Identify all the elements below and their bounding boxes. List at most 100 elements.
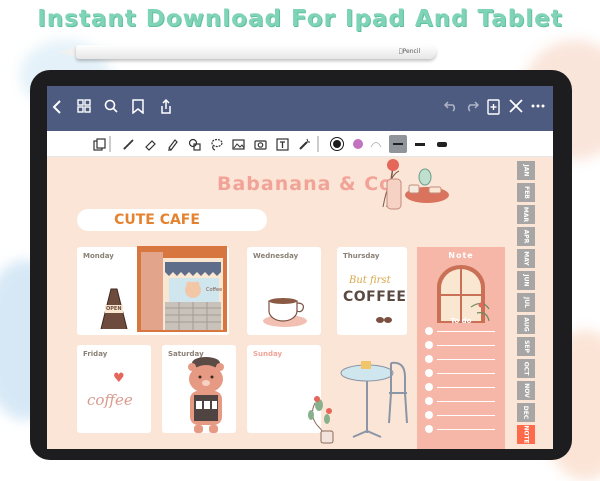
color-swatch-purple[interactable] (351, 137, 365, 151)
thursday-art-line1: But first (349, 275, 391, 286)
open-sign-label: OPEN (106, 306, 122, 312)
todo-checkbox[interactable] (425, 411, 433, 419)
pencil-tip (58, 47, 76, 57)
tab-label: NOTE (522, 425, 530, 444)
tab-oct[interactable]: OCT (517, 359, 535, 379)
todo-title: To do (450, 317, 472, 325)
tab-apr[interactable]: APR (517, 227, 535, 247)
todo-line (437, 429, 495, 430)
todo-line (437, 387, 495, 388)
more-icon[interactable] (531, 99, 545, 118)
tab-note[interactable]: NOTE (517, 425, 535, 445)
tab-may[interactable]: MAY (517, 249, 535, 269)
tab-dec[interactable]: DEC (517, 403, 535, 423)
stroke-width-thin[interactable] (389, 135, 407, 153)
todo-checkbox[interactable] (425, 355, 433, 363)
grid-icon[interactable] (77, 99, 91, 118)
thick-line (437, 141, 447, 147)
color-swatch-black[interactable] (330, 137, 344, 151)
search-icon[interactable] (104, 99, 118, 118)
todo-line (437, 359, 495, 360)
laser-icon[interactable] (297, 137, 311, 151)
section-title: CUTE CAFE (114, 212, 200, 228)
add-page-icon[interactable] (487, 99, 500, 120)
purple-dot (353, 139, 363, 149)
tab-label: NOV (522, 383, 530, 398)
bookmark-icon[interactable] (132, 99, 144, 119)
day-card-monday[interactable]: Monday Coffee OPEN (77, 246, 229, 335)
tab-aug[interactable]: AUG (517, 315, 535, 335)
lasso-icon[interactable] (209, 137, 223, 151)
note-title: Note (448, 251, 474, 260)
back-icon[interactable] (52, 99, 62, 120)
highlighter-icon[interactable] (165, 137, 179, 151)
tablet-screen: Babanana & Co CUTE CAFE Monday Coffee OP… (47, 86, 553, 449)
window-illustration (437, 265, 490, 323)
text-icon[interactable] (275, 137, 289, 151)
tab-jul[interactable]: JUL (517, 293, 535, 313)
apple-pencil (76, 45, 436, 59)
section-title-pill: CUTE CAFE (77, 209, 267, 231)
todo-checkbox[interactable] (425, 383, 433, 391)
tab-jan[interactable]: JAN (517, 161, 535, 181)
day-label-thursday: Thursday (343, 252, 380, 260)
tab-sep[interactable]: SEP (517, 337, 535, 357)
barista-bear-illustration (188, 357, 224, 433)
thin-line (393, 143, 403, 145)
shapes-icon[interactable] (187, 137, 201, 151)
tab-mar[interactable]: MAR (517, 205, 535, 225)
day-label-wednesday: Wednesday (253, 252, 299, 260)
tab-label: AUG (522, 317, 530, 332)
todo-list (417, 327, 505, 447)
cafe-decor-illustration (382, 159, 449, 210)
todo-checkbox[interactable] (425, 341, 433, 349)
tab-label: APR (522, 229, 530, 244)
todo-checkbox[interactable] (425, 425, 433, 433)
lasso-select-icon[interactable] (92, 137, 106, 151)
day-card-wednesday[interactable]: Wednesday (247, 247, 321, 335)
tab-nov[interactable]: NOV (517, 381, 535, 401)
tab-label: FEB (522, 186, 530, 199)
stroke-width-medium[interactable] (413, 137, 427, 151)
todo-line (437, 401, 495, 402)
tab-jun[interactable]: JUN (517, 271, 535, 291)
todo-line (437, 345, 495, 346)
shop-window-label: Coffee (206, 287, 223, 293)
tab-label: JAN (522, 164, 530, 177)
todo-checkbox[interactable] (425, 397, 433, 405)
day-label-friday: Friday (83, 350, 108, 358)
note-panel[interactable]: Note To do (417, 247, 505, 449)
tab-feb[interactable]: FEB (517, 183, 535, 203)
pencil-brand: Pencil (399, 48, 420, 55)
undo-icon[interactable] (443, 99, 458, 117)
redo-icon[interactable] (465, 99, 480, 117)
todo-line (437, 373, 495, 374)
headline: Instant Download For Ipad And Tablet (37, 6, 563, 32)
tab-label: JUN (522, 274, 530, 287)
toolbar-divider (109, 136, 111, 152)
eraser-icon[interactable] (143, 137, 157, 151)
camera-icon[interactable] (253, 137, 267, 151)
todo-checkbox[interactable] (425, 369, 433, 377)
color-swatch-white[interactable] (369, 137, 383, 151)
tab-label: MAR (522, 206, 530, 223)
navbar (47, 86, 553, 131)
close-icon[interactable] (509, 99, 523, 118)
tab-label: OCT (522, 361, 530, 376)
black-dot (333, 140, 341, 148)
image-icon[interactable] (231, 137, 245, 151)
day-card-friday[interactable]: Friday ♥ coffee (77, 345, 151, 433)
tab-label: JUL (522, 297, 530, 308)
day-card-saturday[interactable]: Saturday (162, 345, 236, 433)
share-icon[interactable] (159, 98, 173, 120)
stroke-width-thick[interactable] (435, 137, 449, 151)
planner-page: Babanana & Co CUTE CAFE Monday Coffee OP… (47, 157, 553, 449)
tab-label: SEP (522, 340, 530, 353)
pen-icon[interactable] (121, 137, 135, 151)
todo-line (437, 415, 495, 416)
coffee-beans-icon (376, 317, 392, 323)
thursday-art-line2: COFFEE (343, 289, 407, 305)
day-card-thursday[interactable]: Thursday But first COFFEE (337, 247, 407, 335)
todo-checkbox[interactable] (425, 327, 433, 335)
todo-line (437, 331, 495, 332)
